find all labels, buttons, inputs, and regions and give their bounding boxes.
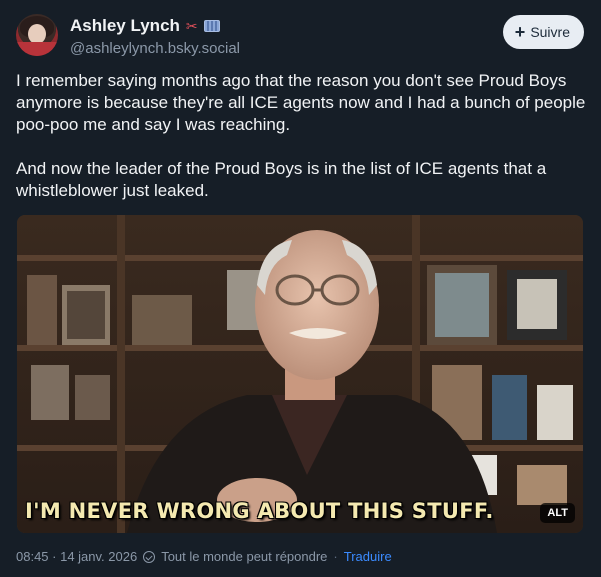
reply-setting-label[interactable]: Tout le monde peut répondre bbox=[161, 549, 327, 564]
alt-text-badge[interactable]: ALT bbox=[540, 503, 575, 523]
author-display-name[interactable]: Ashley Lynch bbox=[70, 16, 180, 36]
post-timestamp[interactable]: 08:45 · 14 janv. 2026 bbox=[16, 549, 137, 564]
reply-settings-icon bbox=[143, 550, 156, 563]
avatar-shirt bbox=[16, 42, 58, 56]
post-image[interactable]: I'M NEVER WRONG ABOUT THIS STUFF. ALT bbox=[17, 215, 583, 533]
post-card: Ashley Lynch ✂ @ashleylynch.bsky.social … bbox=[0, 0, 601, 577]
post-meta: 08:45 · 14 janv. 2026 Tout le monde peut… bbox=[16, 549, 392, 564]
author-name-row: Ashley Lynch ✂ bbox=[70, 16, 220, 36]
follow-button[interactable]: + Suivre bbox=[502, 15, 584, 49]
avatar[interactable] bbox=[16, 14, 58, 56]
scissors-icon: ✂ bbox=[185, 18, 198, 34]
gif-scene bbox=[17, 215, 583, 533]
plus-icon: + bbox=[514, 22, 526, 42]
follow-button-label: Suivre bbox=[530, 24, 570, 40]
gif-caption: I'M NEVER WRONG ABOUT THIS STUFF. bbox=[25, 499, 494, 523]
post-text: I remember saying months ago that the re… bbox=[16, 71, 586, 200]
translate-link[interactable]: Traduire bbox=[344, 549, 392, 564]
author-handle[interactable]: @ashleylynch.bsky.social bbox=[70, 40, 240, 57]
avatar-face bbox=[28, 24, 46, 44]
meta-separator: · bbox=[333, 549, 338, 564]
film-frames-icon bbox=[203, 20, 220, 32]
